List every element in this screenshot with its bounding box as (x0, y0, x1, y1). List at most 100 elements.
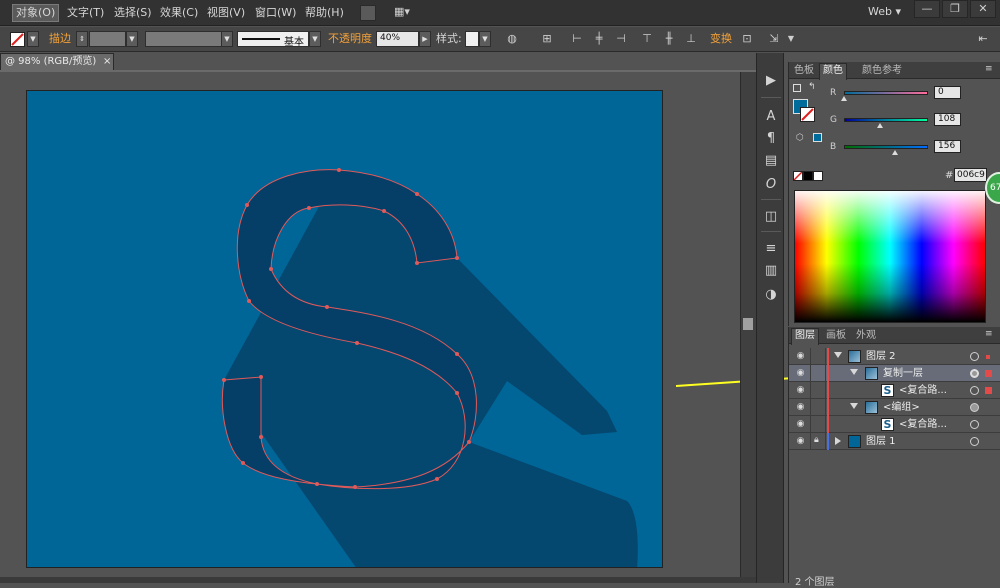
lock-toggle[interactable] (810, 399, 826, 416)
tab-color[interactable]: 颜色 (819, 63, 847, 80)
tab-layers[interactable]: 图层 (791, 328, 819, 345)
isolation-mode-icon[interactable]: ⇲ (767, 32, 781, 46)
lock-toggle[interactable] (810, 382, 826, 399)
scroll-thumb[interactable] (743, 318, 753, 330)
layer-name[interactable]: 图层 1 (866, 435, 896, 448)
layer-row-group[interactable]: ◉ <编组> (789, 399, 1000, 416)
graphic-style-swatch[interactable] (465, 31, 479, 47)
g-slider-thumb[interactable] (877, 123, 883, 128)
stroke-panel-icon[interactable]: ≡ (763, 241, 779, 257)
collapse-triangle-icon[interactable] (835, 437, 841, 445)
play-icon[interactable]: ▶ (763, 73, 779, 89)
opacity-input[interactable]: 40% (376, 31, 419, 47)
align-vcenter-icon[interactable]: ╫ (662, 32, 676, 46)
paragraph-icon[interactable]: ¶ (763, 131, 779, 147)
graphic-style-dropdown[interactable]: ▼ (479, 31, 491, 47)
lock-toggle[interactable]: 🔒︎ (810, 433, 826, 450)
lock-toggle[interactable] (810, 365, 826, 382)
menu-window[interactable]: 窗口(W) (252, 5, 299, 21)
align-bottom-icon[interactable]: ⊥ (684, 32, 698, 46)
web-safe-swatch[interactable] (813, 133, 822, 142)
hex-value-input[interactable]: 006c9 (954, 168, 987, 182)
menu-help[interactable]: 帮助(H) (302, 5, 347, 21)
selection-indicator[interactable] (986, 355, 990, 359)
bridge-icon[interactable] (360, 5, 376, 21)
object-name[interactable]: <复合路... (899, 384, 947, 397)
g-value-input[interactable]: 108 (934, 113, 961, 126)
stroke-none-swatch[interactable] (800, 107, 815, 122)
artboard[interactable] (26, 90, 663, 568)
color-panel-menu-icon[interactable]: ≡ (985, 64, 993, 74)
brush-select[interactable]: 基本 (237, 31, 309, 48)
visibility-eye-icon[interactable]: ◉ (795, 385, 806, 395)
stroke-label[interactable]: 描边 (49, 32, 71, 46)
object-name[interactable]: <复合路... (899, 418, 947, 431)
layer-row-copy[interactable]: ◉ 复制一层 (789, 365, 1000, 382)
r-value-input[interactable]: 0 (934, 86, 961, 99)
close-tab-icon[interactable]: × (103, 54, 111, 69)
transparency-icon[interactable]: ◑ (763, 287, 779, 303)
g-slider[interactable] (844, 118, 928, 122)
stroke-weight-stepper[interactable]: ⇕ (76, 31, 88, 47)
visibility-eye-icon[interactable]: ◉ (795, 368, 806, 378)
visibility-eye-icon[interactable]: ◉ (795, 419, 806, 429)
target-circle-icon[interactable] (970, 369, 979, 378)
layer-row-layer1[interactable]: ◉ 🔒︎ 图层 1 (789, 433, 1000, 450)
menu-type[interactable]: 文字(T) (64, 5, 107, 21)
swap-colors-icon[interactable]: ↰ (808, 82, 816, 92)
tab-swatches[interactable]: 色板 (791, 64, 817, 78)
fill-dropdown[interactable]: ▼ (27, 31, 39, 47)
layer-name[interactable]: 图层 2 (866, 350, 896, 363)
lock-toggle[interactable] (810, 416, 826, 433)
menu-select[interactable]: 选择(S) (111, 5, 155, 21)
align-left-icon[interactable]: ⊢ (570, 32, 584, 46)
recolor-artwork-icon[interactable]: ◍ (505, 32, 519, 46)
opacity-dropdown[interactable]: ▶ (419, 31, 431, 47)
default-colors-icon[interactable] (793, 84, 801, 92)
none-color-chip[interactable] (793, 171, 803, 181)
b-slider-thumb[interactable] (892, 150, 898, 155)
r-slider-thumb[interactable] (841, 96, 847, 101)
maximize-button[interactable]: ❐ (942, 0, 968, 18)
arrange-documents-icon[interactable]: ▦▾ (394, 5, 416, 21)
minimize-button[interactable]: — (914, 0, 940, 18)
gradient-icon[interactable]: ▥ (763, 263, 779, 279)
pathfinder-icon[interactable]: ◫ (763, 209, 779, 225)
b-slider[interactable] (844, 145, 928, 149)
color-spectrum[interactable] (794, 190, 986, 323)
expand-triangle-icon[interactable] (850, 369, 858, 375)
target-circle-icon[interactable] (970, 403, 979, 412)
expand-triangle-icon[interactable] (850, 403, 858, 409)
opentype-icon[interactable]: O (763, 177, 779, 193)
layers-panel-menu-icon[interactable]: ≡ (985, 329, 993, 339)
workspace-switcher[interactable]: Web ▾ (868, 5, 901, 18)
menu-effect[interactable]: 效果(C) (157, 5, 201, 21)
vertical-scrollbar[interactable] (740, 72, 756, 577)
align-panel-icon[interactable]: ▤ (763, 153, 779, 169)
selection-indicator[interactable] (985, 387, 992, 394)
fill-none-swatch[interactable] (10, 32, 25, 47)
target-circle-icon[interactable] (970, 352, 979, 361)
close-window-button[interactable]: ✕ (970, 0, 996, 18)
align-hcenter-icon[interactable]: ╪ (592, 32, 606, 46)
tab-artboards[interactable]: 画板 (823, 329, 849, 343)
document-tab[interactable]: @ 98% (RGB/预览) × (0, 53, 114, 70)
r-slider[interactable] (844, 91, 928, 95)
target-circle-icon[interactable] (970, 386, 979, 395)
black-color-chip[interactable] (803, 171, 813, 181)
tab-color-guide[interactable]: 颜色参考 (859, 64, 905, 78)
variable-width-select[interactable] (145, 31, 223, 47)
tab-appearance[interactable]: 外观 (853, 329, 879, 343)
lock-toggle[interactable] (810, 348, 826, 365)
expand-triangle-icon[interactable] (834, 352, 842, 358)
selection-indicator[interactable] (985, 370, 992, 377)
visibility-eye-icon[interactable]: ◉ (795, 351, 806, 361)
visibility-eye-icon[interactable]: ◉ (795, 402, 806, 412)
white-color-chip[interactable] (813, 171, 823, 181)
align-top-icon[interactable]: ⊤ (640, 32, 654, 46)
isolate-icon[interactable]: ⊡ (740, 32, 754, 46)
target-circle-icon[interactable] (970, 420, 979, 429)
target-circle-icon[interactable] (970, 437, 979, 446)
stroke-weight-input[interactable] (89, 31, 126, 47)
stroke-weight-dropdown[interactable]: ▼ (126, 31, 138, 47)
